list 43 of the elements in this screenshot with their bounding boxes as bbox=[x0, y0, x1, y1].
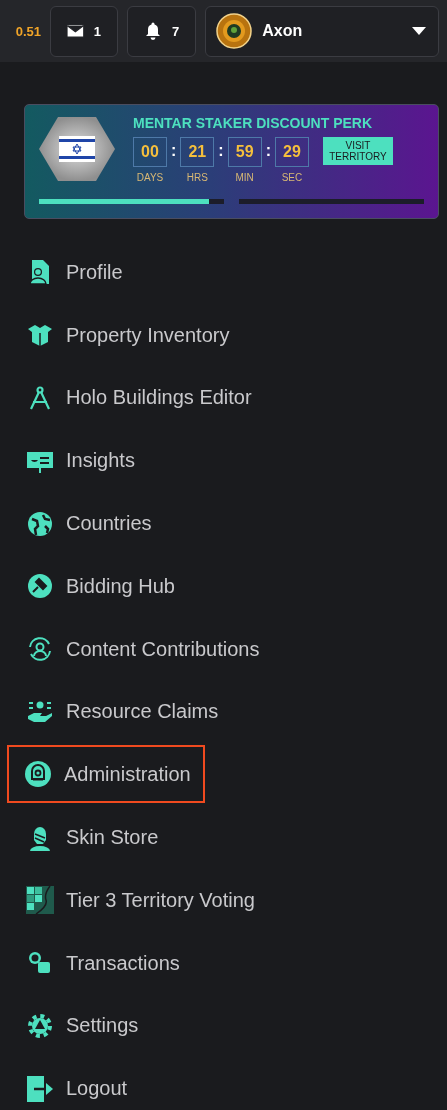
time-separator: : bbox=[265, 141, 271, 161]
account-dropdown[interactable]: Axon bbox=[205, 5, 439, 57]
menu-item[interactable]: Administration bbox=[7, 745, 205, 804]
menu-item[interactable]: Countries bbox=[0, 492, 166, 555]
countdown-label: HRS bbox=[186, 172, 208, 183]
time-separator: : bbox=[218, 141, 224, 161]
envelope-icon bbox=[67, 23, 84, 39]
menu-item[interactable]: Skin Store bbox=[0, 806, 173, 869]
visit-territory-button[interactable]: VISIT TERRITORY bbox=[323, 137, 393, 165]
menu-item[interactable]: Tier 3 Territory Voting bbox=[0, 868, 269, 932]
logout-icon bbox=[26, 1074, 54, 1103]
menu-item[interactable]: Property Inventory bbox=[0, 303, 244, 367]
menu-item[interactable]: Resource Claims bbox=[0, 680, 233, 744]
flag-badge-icon bbox=[39, 117, 115, 181]
menu-item[interactable]: Insights bbox=[0, 429, 149, 493]
gavel-icon bbox=[26, 572, 54, 601]
time-separator: : bbox=[171, 141, 177, 161]
perk-title: MENTAR STAKER DISCOUNT PERK bbox=[133, 115, 374, 131]
settings-icon bbox=[26, 1011, 54, 1040]
menu-item[interactable]: Profile bbox=[0, 241, 137, 304]
countdown-label: SEC bbox=[281, 172, 303, 183]
map-icon bbox=[26, 886, 54, 915]
menu-item[interactable]: Holo Buildings Editor bbox=[0, 366, 266, 430]
menu-item[interactable]: Content Contributions bbox=[0, 617, 274, 681]
menu-item[interactable]: Settings bbox=[0, 994, 153, 1058]
countdown-value: 59 bbox=[227, 137, 262, 167]
caret-icon bbox=[412, 27, 426, 35]
messages-button[interactable]: 1 bbox=[50, 5, 118, 57]
person-cycle-icon bbox=[26, 635, 54, 664]
menu-item[interactable]: Transactions bbox=[0, 931, 194, 995]
avatar-icon bbox=[216, 13, 253, 49]
countdown-value: 00 bbox=[133, 137, 167, 167]
notifications-button[interactable]: 7 bbox=[127, 5, 197, 57]
countdown-value: 29 bbox=[275, 137, 309, 167]
menu-item[interactable]: Logout bbox=[0, 1057, 142, 1110]
balance-amount: 0.51 bbox=[14, 23, 41, 39]
menu-item[interactable]: Bidding Hub bbox=[0, 555, 189, 618]
countdown-value: 21 bbox=[180, 137, 215, 167]
countdown-label: MIN bbox=[235, 172, 254, 183]
admin-icon bbox=[24, 760, 52, 789]
globe-icon bbox=[26, 509, 54, 538]
bell-icon bbox=[144, 22, 162, 40]
countdown-label: DAYS bbox=[136, 172, 164, 183]
